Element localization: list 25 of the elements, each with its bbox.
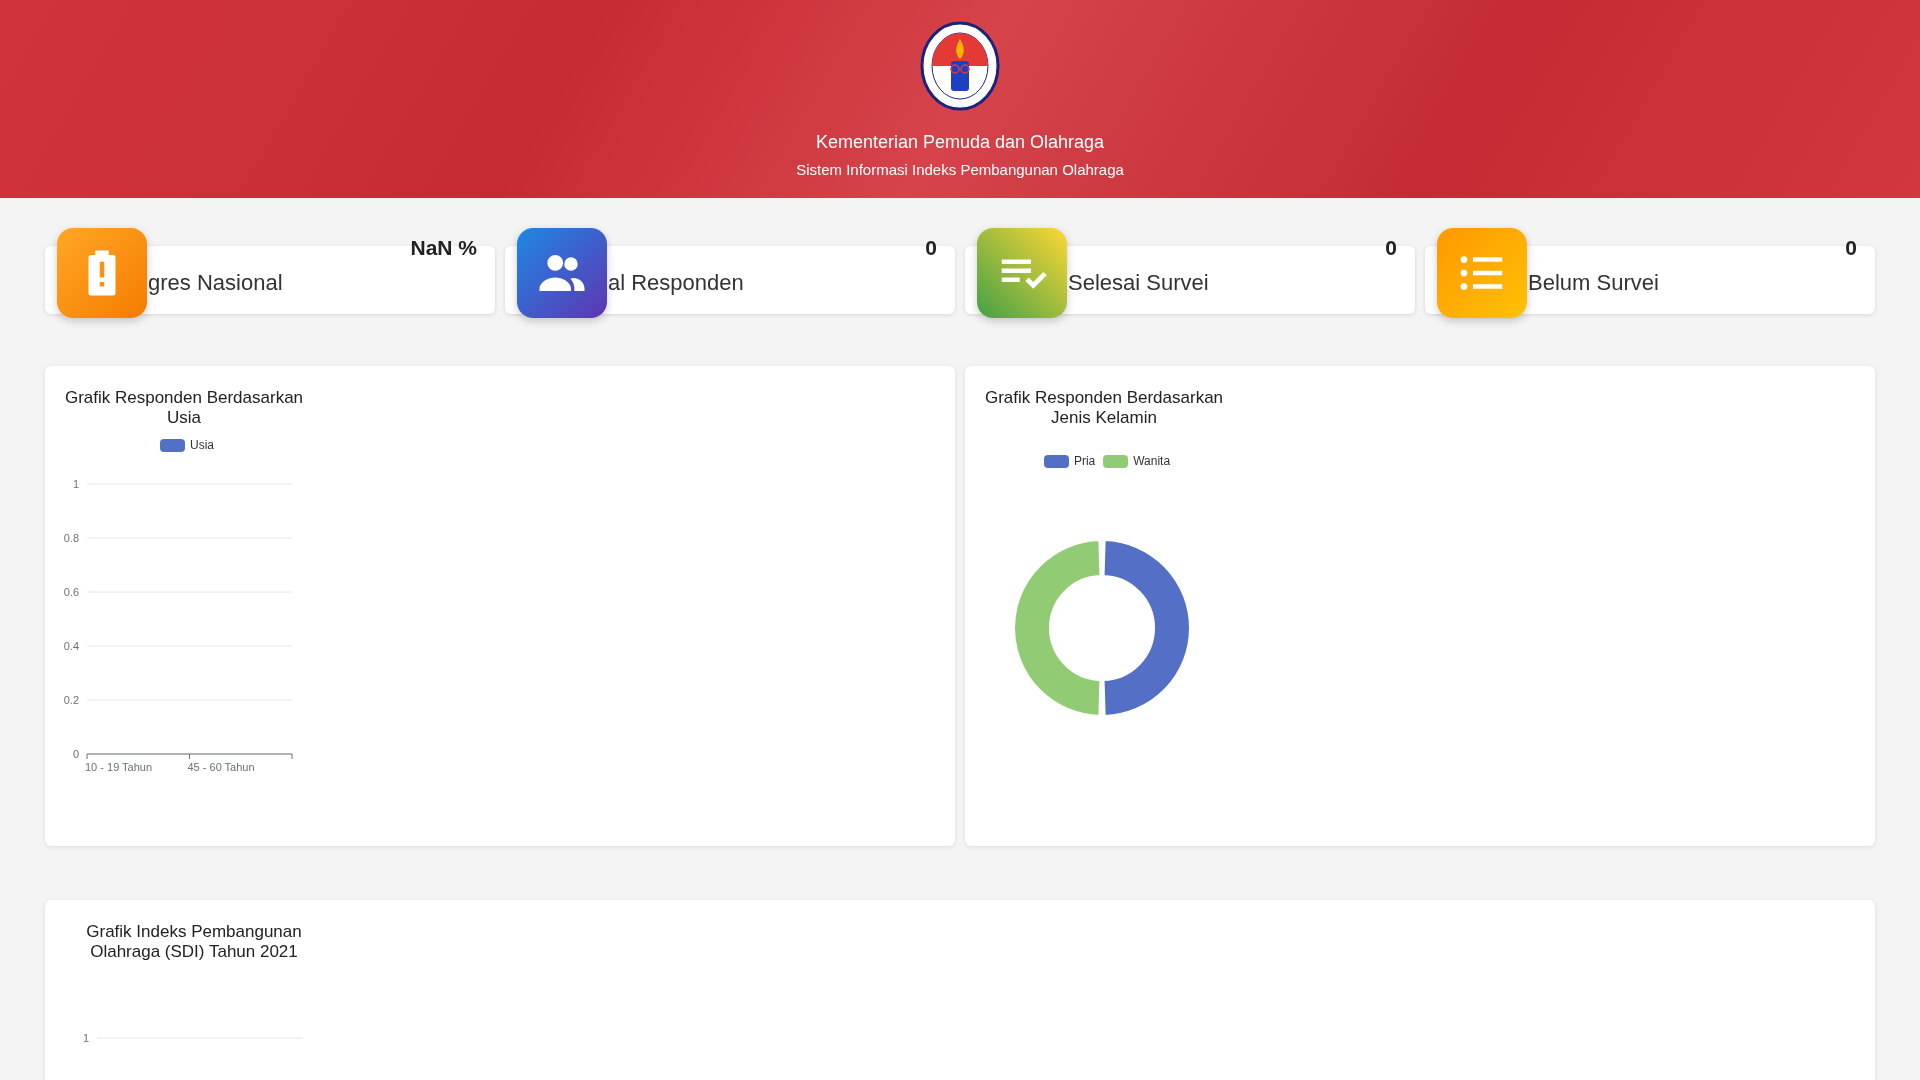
- stat-value: 0: [925, 236, 937, 260]
- stat-label: gres Nasional: [148, 270, 283, 296]
- stat-label: Belum Survei: [1528, 270, 1659, 296]
- legend-label: Wanita: [1133, 454, 1171, 468]
- y-tick-label: 0.4: [63, 640, 79, 652]
- y-tick-label: 0.8: [63, 532, 79, 544]
- y-tick-label: 1: [72, 478, 79, 490]
- x-tick-label: 45 - 60 Tahun: [187, 761, 255, 773]
- axis-label: 1: [82, 1032, 89, 1044]
- y-tick-label: 0.2: [63, 694, 79, 706]
- y-tick-label: 0.6: [63, 586, 79, 598]
- x-tick-label: 10 - 19 Tahun: [85, 761, 153, 773]
- chart-title: Grafik Responden Berdasarkan Usia: [63, 388, 305, 428]
- stat-value: 0: [1845, 236, 1857, 260]
- stat-value: 0: [1385, 236, 1397, 260]
- ministry-name: Kementerian Pemuda dan Olahraga: [815, 132, 1105, 153]
- legend-label: Pria: [1073, 454, 1096, 468]
- stat-label: al Responden: [608, 270, 744, 296]
- legend-label: Usia: [190, 438, 214, 452]
- stat-value: NaN %: [410, 236, 477, 260]
- chart-title: Grafik Responden Berdasarkan Jenis Kelamin: [983, 388, 1225, 428]
- stat-label: Selesai Survei: [1068, 270, 1209, 296]
- system-name: Sistem Informasi Indeks Pembangunan Olahraga: [796, 161, 1124, 178]
- y-tick-label: 0: [72, 748, 79, 760]
- chart-title: Grafik Indeks Pembangunan Olahraga (SDI) Tahun 2021: [85, 922, 303, 962]
